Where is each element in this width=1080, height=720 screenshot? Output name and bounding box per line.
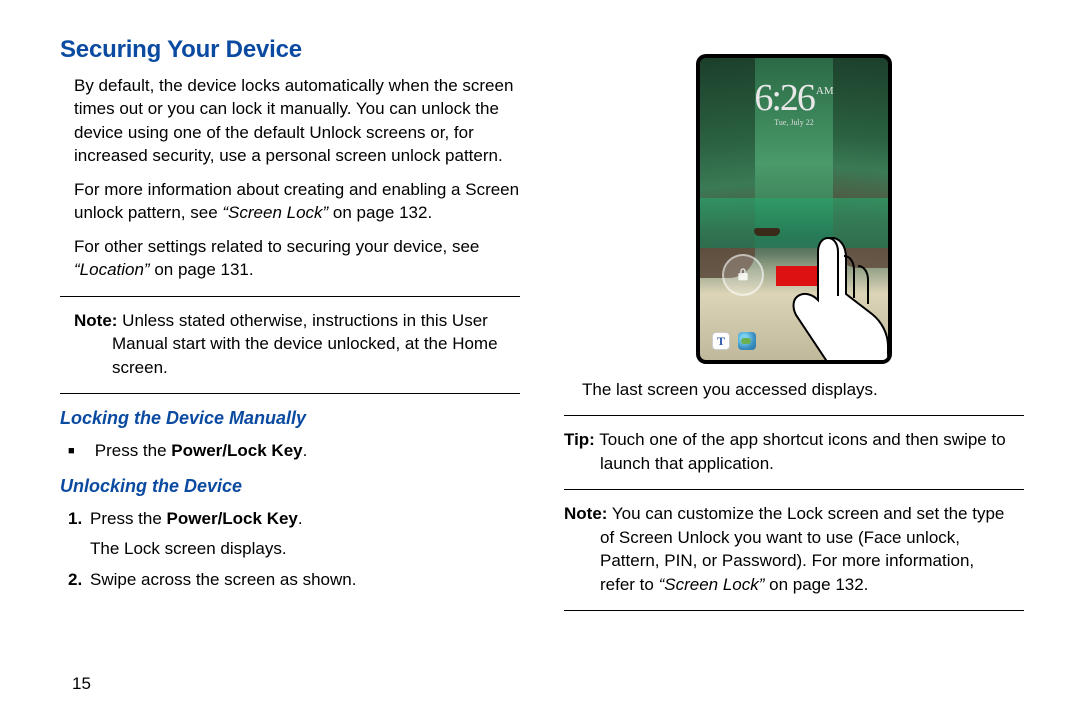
phone-screen: 6:26AM Tue, July 22: [700, 58, 888, 360]
intro-paragraph-1: By default, the device locks automatical…: [74, 74, 520, 168]
text-run: For other settings related to securing y…: [74, 237, 479, 256]
divider: [60, 296, 520, 297]
shortcut-icon: T: [712, 332, 730, 350]
text-run: Press the: [90, 509, 167, 528]
page-title: Securing Your Device: [60, 36, 520, 64]
divider: [564, 489, 1024, 490]
post-image-caption: The last screen you accessed displays.: [582, 378, 1024, 401]
italic-ref-screen-lock: “Screen Lock”: [659, 575, 765, 594]
shortcut-row: T: [712, 332, 756, 350]
power-lock-key-label: Power/Lock Key: [167, 509, 298, 528]
lock-screen-illustration: 6:26AM Tue, July 22: [564, 54, 1024, 364]
intro-paragraph-3: For other settings related to securing y…: [74, 235, 520, 282]
list-item: 2.Swipe across the screen as shown.: [90, 568, 520, 591]
clock-ampm: AM: [816, 85, 834, 97]
divider: [564, 415, 1024, 416]
note-label: Note:: [74, 311, 117, 330]
list-item: Press the Power/Lock Key.: [90, 439, 520, 462]
text-run: .: [303, 441, 308, 460]
clock-time: 6:26AM: [700, 76, 888, 120]
step-number: 1.: [68, 507, 90, 530]
divider: [60, 393, 520, 394]
text-run: .: [298, 509, 303, 528]
tip-shortcut-swipe: Tip: Touch one of the app shortcut icons…: [564, 428, 1012, 475]
phone-frame: 6:26AM Tue, July 22: [696, 54, 892, 364]
tip-body: Touch one of the app shortcut icons and …: [595, 430, 1006, 472]
note-unlocked-home: Note: Unless stated otherwise, instructi…: [74, 309, 520, 379]
list-item: 1.Press the Power/Lock Key. The Lock scr…: [90, 507, 520, 560]
italic-ref-screen-lock: “Screen Lock”: [222, 203, 328, 222]
time-value: 6:26: [754, 77, 814, 119]
page-number: 15: [72, 674, 91, 694]
subheading-locking: Locking the Device Manually: [60, 408, 520, 429]
power-lock-key-label: Power/Lock Key: [171, 441, 302, 460]
browser-globe-icon: [738, 332, 756, 350]
note-body: Unless stated otherwise, instructions in…: [112, 311, 498, 377]
clock-date: Tue, July 22: [700, 118, 888, 127]
note-label: Note:: [564, 504, 607, 523]
text-run: on page 131.: [150, 260, 254, 279]
lock-ring: [722, 254, 764, 296]
left-column: Securing Your Device By default, the dev…: [60, 36, 520, 623]
note-customize-lock: Note: You can customize the Lock screen …: [564, 502, 1012, 596]
lock-screen-clock: 6:26AM Tue, July 22: [700, 76, 888, 127]
step-subtext: The Lock screen displays.: [90, 537, 520, 560]
right-column: 6:26AM Tue, July 22: [564, 36, 1024, 623]
text-run: Swipe across the screen as shown.: [90, 570, 356, 589]
unlocking-steps: 1.Press the Power/Lock Key. The Lock scr…: [90, 507, 520, 591]
subheading-unlocking: Unlocking the Device: [60, 476, 520, 497]
text-run: on page 132.: [764, 575, 868, 594]
lock-icon: [735, 267, 751, 283]
text-run: Press the: [95, 441, 172, 460]
step-number: 2.: [68, 568, 90, 591]
intro-paragraph-2: For more information about creating and …: [74, 178, 520, 225]
tip-label: Tip:: [564, 430, 595, 449]
hand-swipe-icon: [768, 230, 888, 360]
text-run: on page 132.: [328, 203, 432, 222]
italic-ref-location: “Location”: [74, 260, 150, 279]
locking-steps: Press the Power/Lock Key.: [90, 439, 520, 462]
divider: [564, 610, 1024, 611]
